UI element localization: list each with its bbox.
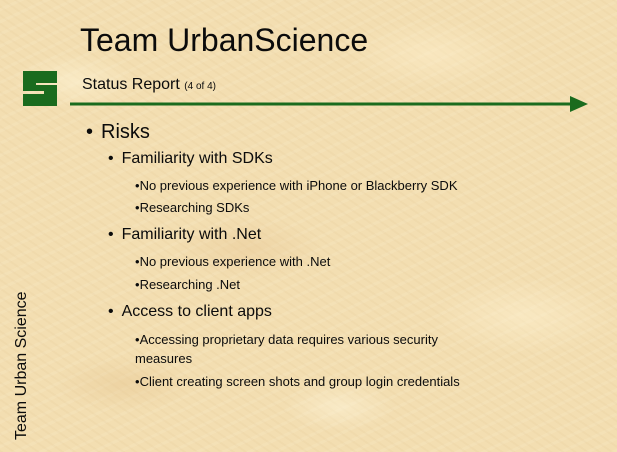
sub-bullet-client-apps: • Access to client apps [108, 302, 272, 322]
detail-text: Researching .Net [139, 277, 241, 292]
bullet-text: Familiarity with .Net [121, 226, 262, 243]
slide-subtitle: Status Report (4 of 4) [82, 75, 216, 97]
bullet-risks: • Risks [86, 120, 150, 144]
bullet-text: Access to client apps [121, 303, 272, 320]
detail-text: Accessing proprietary data requires vari… [139, 332, 438, 347]
subtitle-main: Status Report [82, 76, 180, 93]
detail-item: •No previous experience with .Net [135, 253, 330, 271]
sub-bullet-dotnet: • Familiarity with .Net [108, 225, 261, 245]
bullet-marker: • [108, 303, 114, 320]
detail-item: •Researching .Net [135, 276, 240, 294]
detail-text: Researching SDKs [139, 200, 250, 215]
bullet-marker: • [86, 121, 94, 143]
bullet-marker: • [108, 150, 114, 167]
detail-text: No previous experience with iPhone or Bl… [139, 178, 458, 193]
title-divider-arrow [70, 96, 588, 112]
bullet-text: Familiarity with SDKs [121, 150, 273, 167]
bullet-text: Risks [101, 121, 150, 143]
detail-item: •Researching SDKs [135, 199, 249, 217]
vertical-side-label: Team Urban Science [13, 291, 30, 440]
detail-item: •No previous experience with iPhone or B… [135, 177, 458, 195]
sub-bullet-sdks: • Familiarity with SDKs [108, 149, 273, 169]
slide-title: Team UrbanScience [80, 22, 369, 58]
msu-s-logo-icon [23, 71, 57, 106]
detail-continuation: measures [135, 351, 193, 366]
detail-item: •Accessing proprietary data requires var… [135, 331, 438, 349]
detail-text: Client creating screen shots and group l… [139, 374, 460, 389]
bullet-marker: • [108, 226, 114, 243]
detail-text: No previous experience with .Net [139, 254, 331, 269]
detail-item: •Client creating screen shots and group … [135, 373, 460, 391]
subtitle-page-count: (4 of 4) [184, 81, 216, 92]
